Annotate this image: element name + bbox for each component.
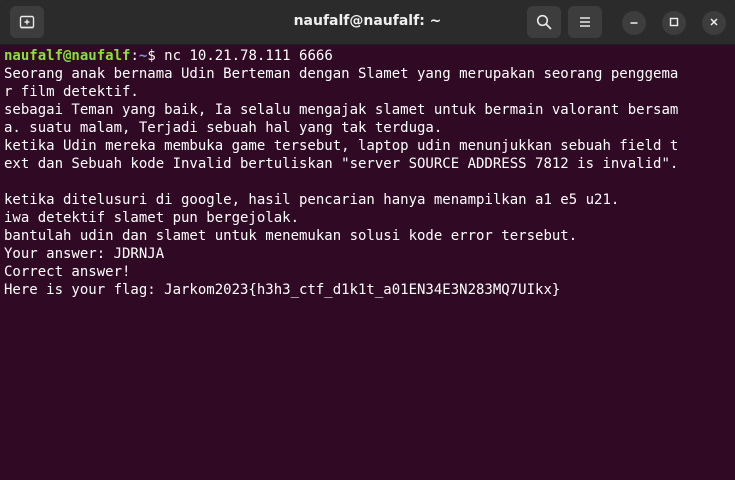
prompt-colon: :: [130, 48, 139, 64]
terminal-window: naufalf@naufalf: ~ naufalf@naufalf:~$ nc…: [0, 0, 735, 480]
menu-button[interactable]: [568, 6, 602, 38]
hamburger-menu-icon: [578, 15, 592, 29]
output-line: ketika ditelusuri di google, hasil penca…: [4, 192, 620, 208]
output-line: sebagai Teman yang baik, Ia selalu menga…: [4, 102, 679, 118]
search-button[interactable]: [527, 6, 561, 38]
output-line: iwa detektif slamet pun bergejolak.: [4, 210, 300, 226]
new-tab-button[interactable]: [10, 6, 44, 38]
output-line: bantulah udin dan slamet untuk menemukan…: [4, 228, 578, 244]
close-button[interactable]: [702, 11, 726, 35]
titlebar: naufalf@naufalf: ~: [0, 0, 735, 45]
output-line: ketika Udin mereka membuka game tersebut…: [4, 138, 679, 154]
command-prompt-line: naufalf@naufalf:~$ nc 10.21.78.111 6666: [4, 47, 729, 65]
output-line: ext dan Sebuah kode Invalid bertuliskan …: [4, 156, 679, 172]
output-line: Seorang anak bernama Udin Berteman denga…: [4, 66, 679, 82]
prompt-command: nc 10.21.78.111 6666: [164, 48, 333, 64]
minimize-button[interactable]: [622, 11, 646, 35]
close-icon: [709, 14, 719, 32]
output-line: Your answer: JDRNJA: [4, 246, 165, 262]
maximize-button[interactable]: [662, 11, 686, 35]
new-tab-icon: [19, 14, 35, 30]
prompt-symbol: $: [147, 48, 165, 64]
output-line: r film detektif.: [4, 84, 139, 100]
output-line: Correct answer!: [4, 264, 131, 280]
output-line: Here is your flag: Jarkom2023{h3h3_ctf_d…: [4, 282, 561, 298]
terminal-output[interactable]: naufalf@naufalf:~$ nc 10.21.78.111 6666 …: [0, 45, 729, 480]
prompt-user-host: naufalf@naufalf: [4, 48, 131, 64]
terminal-scrollbar[interactable]: [729, 45, 735, 480]
minimize-icon: [629, 14, 639, 32]
maximize-icon: [669, 14, 679, 32]
output-line: a. suatu malam, Terjadi sebuah hal yang …: [4, 120, 443, 136]
search-icon: [536, 14, 552, 30]
